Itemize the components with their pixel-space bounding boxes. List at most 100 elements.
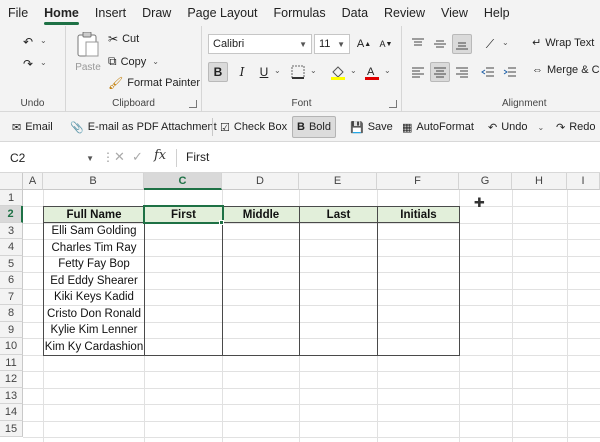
bold-icon[interactable]: B — [208, 62, 228, 82]
menu-data[interactable]: Data — [334, 0, 376, 26]
menu-page-layout[interactable]: Page Layout — [179, 0, 265, 26]
font-size-select[interactable]: 11 ▼ — [314, 34, 350, 54]
autoformat-button[interactable]: ▦ AutoFormat — [398, 116, 478, 138]
row-header-13[interactable]: 13 — [0, 388, 23, 404]
row-header-4[interactable]: 4 — [0, 239, 23, 256]
row-header-15[interactable]: 15 — [0, 421, 23, 437]
fill-color-icon[interactable] — [328, 62, 348, 82]
name-box[interactable]: C2 ▼ — [4, 148, 100, 168]
name-cell[interactable]: Charles Tim Ray — [43, 239, 145, 256]
row-header-1[interactable]: 1 — [0, 190, 23, 206]
align-left-icon[interactable] — [408, 62, 428, 82]
fill-handle[interactable] — [219, 220, 224, 225]
menu-file[interactable]: File — [0, 0, 36, 26]
increase-indent-icon[interactable] — [500, 62, 520, 82]
redo-button[interactable]: ↷ Redo — [552, 116, 600, 138]
name-cell[interactable]: Ed Eddy Shearer — [43, 272, 145, 289]
pdf-attachment-button[interactable]: 📎 E-mail as PDF Attachment — [66, 116, 221, 138]
row-header-11[interactable]: 11 — [0, 355, 23, 371]
column-header-h[interactable]: H — [512, 173, 567, 190]
italic-icon[interactable]: I — [232, 62, 252, 82]
borders-dropdown-icon[interactable]: ⌄ — [310, 66, 317, 75]
bold-button[interactable]: B Bold — [292, 116, 336, 138]
menu-help[interactable]: Help — [476, 0, 518, 26]
format-painter-button[interactable]: 🖌 Format Painter — [108, 76, 200, 90]
formula-input[interactable]: First — [186, 150, 209, 164]
align-right-icon[interactable] — [452, 62, 472, 82]
redo-dropdown-icon[interactable]: ⌄ — [40, 58, 47, 67]
select-all-corner[interactable] — [0, 173, 23, 190]
orientation-icon[interactable]: ⟋ — [480, 34, 500, 54]
row-header-8[interactable]: 8 — [0, 305, 23, 322]
merge-center-button[interactable]: ⇔ Merge & C — [532, 64, 600, 76]
header-initials[interactable]: Initials — [377, 206, 460, 223]
check-box-button[interactable]: ☑ Check Box — [216, 116, 291, 138]
menu-review[interactable]: Review — [376, 0, 433, 26]
wrap-text-button[interactable]: ↵ Wrap Text — [532, 36, 594, 50]
undo-icon[interactable]: ↶ — [18, 32, 38, 52]
undo-button[interactable]: ↶ Undo ⌄ — [484, 116, 548, 138]
align-top-icon[interactable] — [408, 34, 428, 54]
menu-formulas[interactable]: Formulas — [266, 0, 334, 26]
row-header-7[interactable]: 7 — [0, 289, 23, 305]
font-color-dropdown-icon[interactable]: ⌄ — [384, 66, 391, 75]
column-header-i[interactable]: I — [567, 173, 600, 190]
last-column-body[interactable] — [299, 223, 378, 356]
spreadsheet-grid[interactable]: A B C D E F G H I 1 2 3 4 5 6 7 8 9 10 1… — [0, 173, 600, 442]
name-cell[interactable]: Fetty Fay Bop — [43, 256, 145, 272]
align-center-icon[interactable] — [430, 62, 450, 82]
name-cell[interactable]: Kim Ky Cardashion — [43, 338, 145, 356]
menu-draw[interactable]: Draw — [134, 0, 179, 26]
column-header-b[interactable]: B — [43, 173, 144, 190]
row-header-10[interactable]: 10 — [0, 338, 23, 355]
column-header-d[interactable]: D — [222, 173, 299, 190]
cut-button[interactable]: ✂ Cut — [108, 32, 139, 46]
column-header-f[interactable]: F — [377, 173, 459, 190]
copy-button[interactable]: ⧉ Copy ⌄ — [108, 54, 159, 69]
font-color-icon[interactable]: A — [362, 62, 382, 82]
clipboard-launcher-icon[interactable] — [189, 100, 197, 108]
name-cell[interactable]: Elli Sam Golding — [43, 223, 145, 239]
initials-column-body[interactable] — [377, 223, 460, 356]
row-header-5[interactable]: 5 — [0, 256, 23, 272]
cancel-icon[interactable]: ✕ — [114, 149, 125, 165]
orientation-dropdown-icon[interactable]: ⌄ — [502, 38, 509, 47]
align-middle-icon[interactable] — [430, 34, 450, 54]
row-header-14[interactable]: 14 — [0, 404, 23, 421]
menu-view[interactable]: View — [433, 0, 476, 26]
increase-font-icon[interactable]: A ▲ — [354, 34, 374, 54]
active-cell-c2[interactable] — [143, 205, 224, 224]
row-header-3[interactable]: 3 — [0, 223, 23, 239]
redo-icon[interactable]: ↷ — [18, 54, 38, 74]
header-full-name[interactable]: Full Name — [43, 206, 145, 223]
column-header-a[interactable]: A — [23, 173, 43, 190]
align-bottom-icon[interactable] — [452, 34, 472, 54]
underline-dropdown-icon[interactable]: ⌄ — [274, 66, 281, 75]
column-header-c[interactable]: C — [144, 173, 222, 190]
insert-function-icon[interactable]: fx — [154, 148, 166, 163]
font-name-select[interactable]: Calibri ▼ — [208, 34, 312, 54]
underline-icon[interactable]: U — [254, 62, 274, 82]
menu-home[interactable]: Home — [36, 0, 87, 26]
decrease-indent-icon[interactable] — [478, 62, 498, 82]
name-cell[interactable]: Cristo Don Ronald — [43, 305, 145, 322]
undo-dropdown-icon[interactable]: ⌄ — [40, 36, 47, 45]
row-header-6[interactable]: 6 — [0, 272, 23, 289]
middle-column-body[interactable] — [222, 223, 300, 356]
save-button[interactable]: 💾 Save — [346, 116, 397, 138]
column-header-g[interactable]: G — [459, 173, 512, 190]
first-column-body[interactable] — [144, 223, 223, 356]
column-header-e[interactable]: E — [299, 173, 377, 190]
header-middle[interactable]: Middle — [222, 206, 300, 223]
name-cell[interactable]: Kylie Kim Lenner — [43, 322, 145, 338]
paste-button[interactable]: Paste — [72, 32, 104, 82]
row-header-9[interactable]: 9 — [0, 322, 23, 338]
header-last[interactable]: Last — [299, 206, 378, 223]
enter-icon[interactable]: ✓ — [132, 149, 143, 165]
menu-insert[interactable]: Insert — [87, 0, 134, 26]
name-cell[interactable]: Kiki Keys Kadid — [43, 289, 145, 305]
borders-icon[interactable] — [288, 62, 308, 82]
email-button[interactable]: ✉ Email — [8, 116, 57, 138]
decrease-font-icon[interactable]: A ▼ — [376, 34, 396, 54]
row-header-2[interactable]: 2 — [0, 206, 23, 223]
